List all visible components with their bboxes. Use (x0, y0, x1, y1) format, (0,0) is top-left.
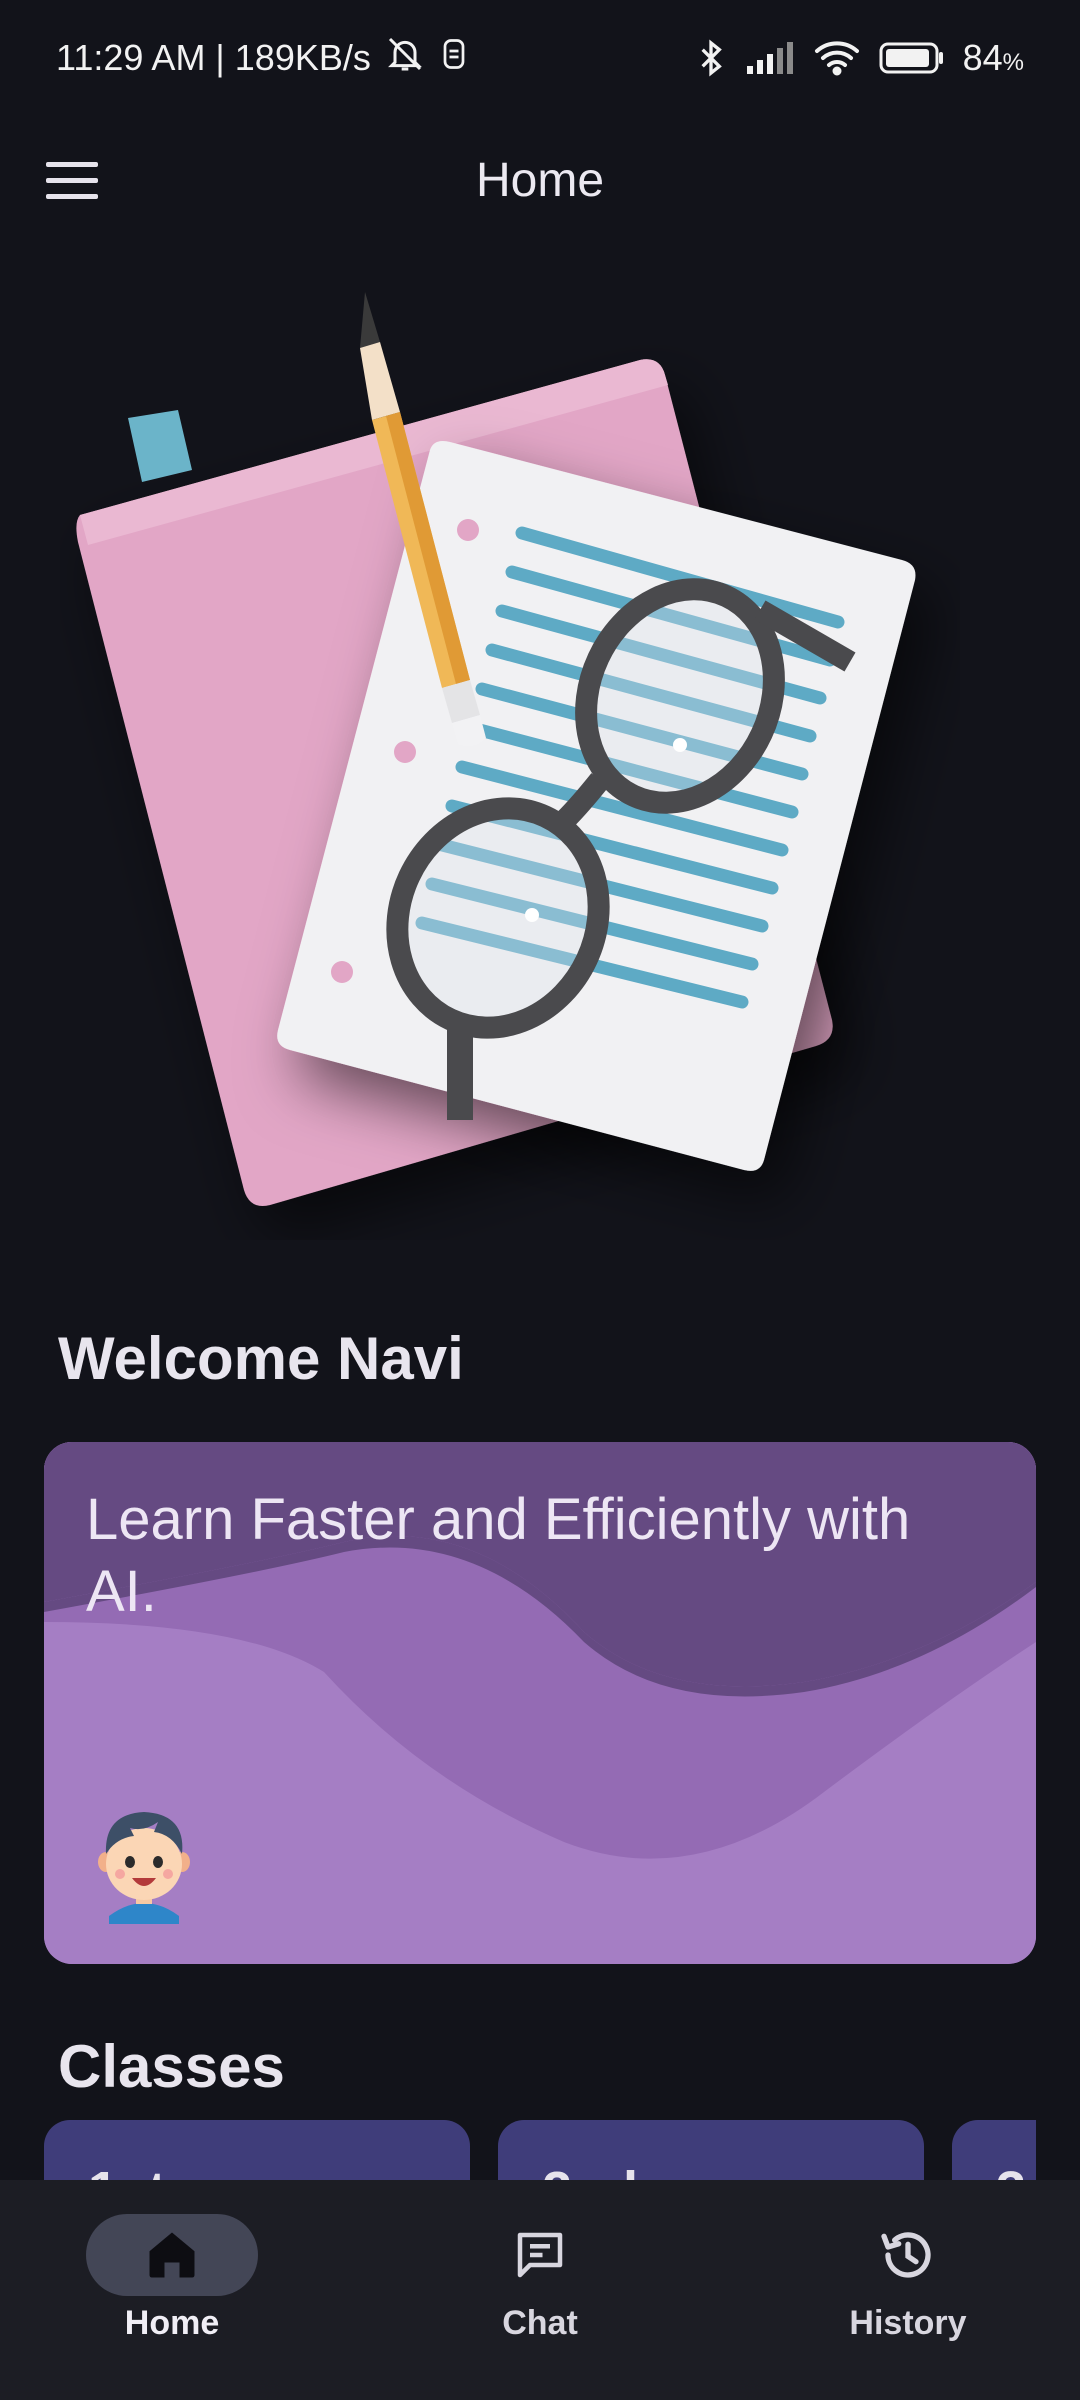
chat-icon (454, 2214, 626, 2296)
class-card-label: 2nd (542, 2160, 638, 2180)
classes-heading: Classes (58, 2033, 285, 2100)
signal-icon (745, 40, 795, 76)
nav-history-label: History (849, 2304, 967, 2342)
hamburger-menu-icon[interactable] (46, 150, 106, 210)
promo-text: Learn Faster and Efficiently with AI. (86, 1487, 911, 1624)
nav-chat-label: Chat (502, 2304, 578, 2342)
nav-home-label: Home (124, 2304, 220, 2342)
class-card[interactable]: 1st (44, 2120, 470, 2180)
class-card[interactable]: 3rd (952, 2120, 1036, 2180)
nav-home[interactable]: Home (52, 2214, 292, 2364)
mute-bell-icon (385, 34, 425, 83)
welcome-heading: Welcome Navi (58, 1325, 464, 1392)
home-icon (86, 2214, 258, 2296)
bluetooth-icon (695, 38, 727, 78)
battery-percent: 84% (962, 37, 1024, 78)
history-icon (822, 2214, 994, 2296)
recording-icon (439, 36, 469, 81)
nav-history[interactable]: History (788, 2214, 1028, 2364)
status-left: 11:29 AM | 189KB/s (56, 34, 469, 83)
boy-avatar-icon (94, 1804, 194, 1924)
app-bar: Home (0, 116, 1080, 244)
promo-card[interactable]: Learn Faster and Efficiently with AI. (44, 1442, 1036, 1964)
class-card-label: 3rd (996, 2160, 1036, 2180)
bottom-navigation: Home Chat History (0, 2180, 1080, 2400)
battery-icon (879, 41, 945, 75)
page-title: Home (475, 153, 605, 207)
hero-illustration (60, 260, 960, 1240)
nav-chat[interactable]: Chat (420, 2214, 660, 2364)
wifi-icon (813, 39, 861, 77)
status-bar: 11:29 AM | 189KB/s 84% (0, 0, 1080, 116)
status-time-speed: 11:29 AM | 189KB/s (56, 37, 371, 78)
class-card[interactable]: 2nd (498, 2120, 924, 2180)
status-right: 84% (695, 37, 1024, 79)
classes-carousel: 1st 2nd 3rd (44, 2120, 1036, 2180)
bookmark-ribbon (128, 410, 192, 482)
class-card-label: 1st (88, 2160, 166, 2180)
